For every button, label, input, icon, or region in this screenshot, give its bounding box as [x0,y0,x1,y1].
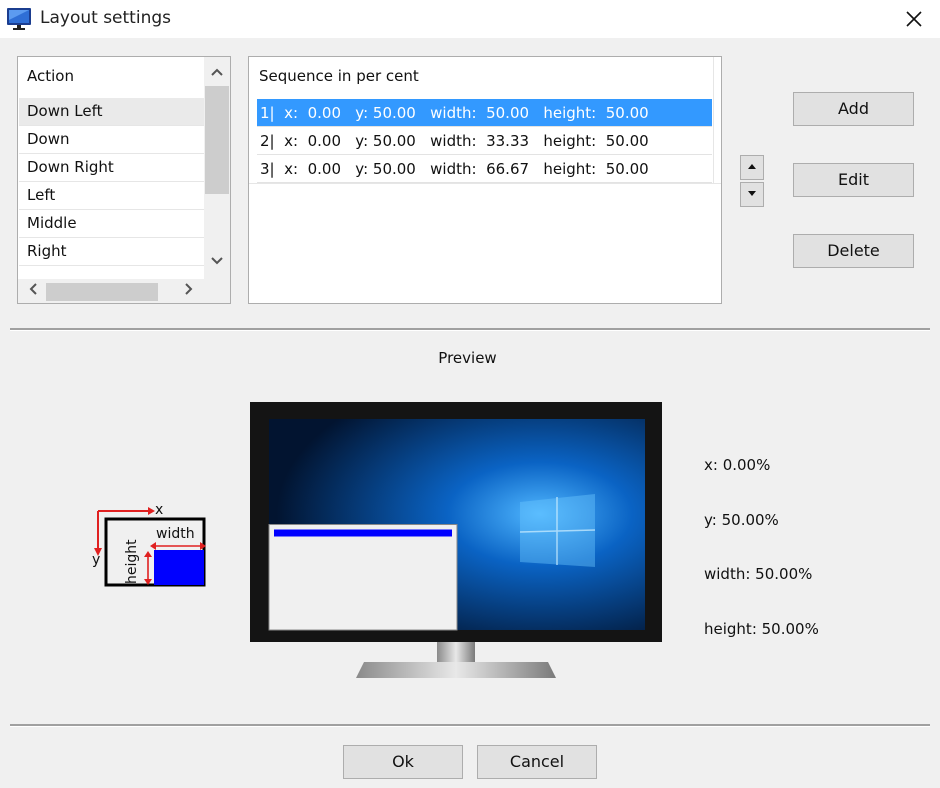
legend-x-label: x [155,502,163,518]
close-button[interactable] [896,4,932,34]
sequence-row[interactable]: 3| x: 0.00 y: 50.00 width: 66.67 height:… [257,155,712,183]
divider [10,724,930,727]
title-bar: Layout settings [0,0,940,38]
triangle-up-icon [748,164,756,169]
close-icon [906,11,922,27]
preview-window-titlebar [274,529,452,537]
monitor-preview [250,402,662,678]
chevron-down-icon[interactable] [204,250,230,272]
action-list-item[interactable]: Down Left [19,98,204,126]
sequence-list[interactable]: Sequence in per cent 1| x: 0.00 y: 50.00… [248,56,722,304]
cancel-button[interactable]: Cancel [477,745,597,779]
action-list-rows: Down Left Down Down Right Left Middle Right [19,98,204,266]
preview-label: Preview [438,349,497,367]
move-down-button[interactable] [740,182,764,207]
ok-button[interactable]: Ok [343,745,463,779]
action-list-item[interactable]: Right [19,238,204,266]
rows-bottom-divider [249,183,721,184]
readout-x: x: 0.00% [704,456,771,474]
sequence-row[interactable]: 1| x: 0.00 y: 50.00 width: 50.00 height:… [257,99,712,127]
chevron-left-icon[interactable] [22,279,44,303]
move-up-button[interactable] [740,155,764,180]
action-list-horizontal-scrollbar[interactable] [18,279,230,303]
triangle-down-icon [748,191,756,196]
legend-width-label: width [156,526,195,542]
action-list-header: Action [27,67,74,85]
reorder-spinner [740,155,764,207]
sequence-row[interactable]: 2| x: 0.00 y: 50.00 width: 33.33 height:… [257,127,712,155]
readout-width: width: 50.00% [704,565,813,583]
delete-button[interactable]: Delete [793,234,914,268]
action-list-item[interactable]: Middle [19,210,204,238]
preview-window [268,524,458,631]
sequence-rows: 1| x: 0.00 y: 50.00 width: 50.00 height:… [257,99,712,183]
monitor-neck [437,642,475,662]
window-title: Layout settings [40,8,171,28]
monitor-base [356,662,556,678]
windows-logo-glow [519,494,596,567]
legend-y-label: y [92,552,100,568]
readout-y: y: 50.00% [704,511,779,529]
divider [10,328,930,331]
add-button[interactable]: Add [793,92,914,126]
sequence-list-header: Sequence in per cent [259,67,419,85]
monitor-icon [7,8,31,30]
legend-height-label: height [124,539,140,584]
action-list[interactable]: Action Down Left Down Down Right Left Middle… [17,56,231,304]
readout-height: height: 50.00% [704,620,819,638]
chevron-up-icon[interactable] [204,61,230,83]
layout-legend-diagram: x y width height [92,502,206,587]
action-list-item[interactable]: Left [19,182,204,210]
edit-button[interactable]: Edit [793,163,914,197]
action-list-item[interactable]: Down [19,126,204,154]
scrollbar-thumb[interactable] [205,86,229,194]
action-list-item[interactable]: Down Right [19,154,204,182]
action-list-vertical-scrollbar[interactable] [204,57,230,279]
column-divider [713,57,714,183]
scrollbar-thumb[interactable] [46,283,158,301]
chevron-right-icon[interactable] [178,279,200,303]
